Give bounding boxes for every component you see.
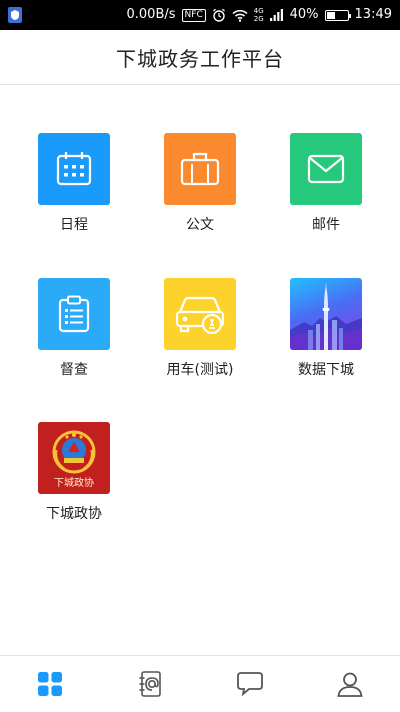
- app-label-supervision: 督查: [60, 362, 88, 378]
- app-icon-schedule: [38, 133, 110, 205]
- network-speed: 0.00B/s: [126, 7, 176, 22]
- app-tile-car[interactable]: 用车(测试): [145, 278, 255, 379]
- app-tile-supervision[interactable]: 督查: [19, 278, 129, 379]
- app-label-schedule: 日程: [60, 217, 88, 233]
- clock: 13:49: [354, 7, 392, 22]
- network-type-bottom: 2G: [253, 15, 264, 23]
- app-icon-cppcc: 下城政协: [38, 422, 110, 494]
- battery-percent: 40%: [289, 7, 319, 22]
- nav-tab-messages[interactable]: [200, 656, 300, 712]
- nav-tab-home[interactable]: [0, 656, 100, 712]
- cppcc-emblem-text: 下城政协: [54, 476, 94, 489]
- app-icon-supervision: [38, 278, 110, 350]
- car-icon: [175, 296, 225, 335]
- app-icon-car: [164, 278, 236, 350]
- app-label-documents: 公文: [186, 217, 214, 233]
- nav-tab-contacts[interactable]: [100, 656, 200, 712]
- briefcase-icon: [180, 152, 220, 186]
- chat-bubble-icon: [237, 672, 263, 697]
- grid-icon: [38, 672, 62, 696]
- network-type-top: 4G: [253, 7, 264, 15]
- app-label-car: 用车(测试): [166, 362, 234, 378]
- app-label-cppcc: 下城政协: [46, 506, 102, 522]
- cppcc-emblem-icon: 下城政协: [52, 430, 96, 489]
- alarm-icon: [212, 8, 225, 22]
- app-icon-mail: [290, 133, 362, 205]
- city-tower-icon: [290, 282, 362, 350]
- battery-fill: [326, 11, 335, 19]
- status-bar: 0.00B/s NFC 4G 2G 40% 13:49: [0, 0, 400, 30]
- nfc-badge: NFC: [181, 8, 206, 22]
- address-book-icon: [139, 671, 161, 697]
- app-tile-documents[interactable]: 公文: [145, 133, 255, 234]
- app-tile-mail[interactable]: 邮件: [271, 133, 381, 234]
- calendar-icon: [56, 152, 92, 186]
- title-bar: 下城政务工作平台: [0, 30, 400, 85]
- signal-icon: [269, 9, 283, 21]
- app-label-data-xiacheng: 数据下城: [298, 362, 354, 378]
- network-type: 4G 2G: [254, 7, 264, 23]
- shield-icon: [8, 7, 22, 23]
- app-label-mail: 邮件: [312, 217, 340, 233]
- app-tile-data-xiacheng[interactable]: 数据下城: [271, 278, 381, 379]
- status-right-group: 0.00B/s NFC 4G 2G 40% 13:49: [127, 0, 393, 30]
- page-title: 下城政务工作平台: [116, 46, 284, 71]
- battery-icon: [324, 9, 351, 21]
- nav-tab-profile[interactable]: [300, 656, 400, 712]
- bottom-nav: [0, 655, 400, 712]
- app-tile-cppcc[interactable]: 下城政协 下城政协: [19, 422, 129, 523]
- app-icon-documents: [164, 133, 236, 205]
- mail-icon: [307, 154, 345, 184]
- clipboard-icon: [58, 295, 90, 333]
- user-icon: [337, 672, 363, 697]
- app-tile-schedule[interactable]: 日程: [19, 133, 129, 234]
- wifi-icon: [232, 9, 248, 22]
- app-icon-data-xiacheng: [290, 278, 362, 350]
